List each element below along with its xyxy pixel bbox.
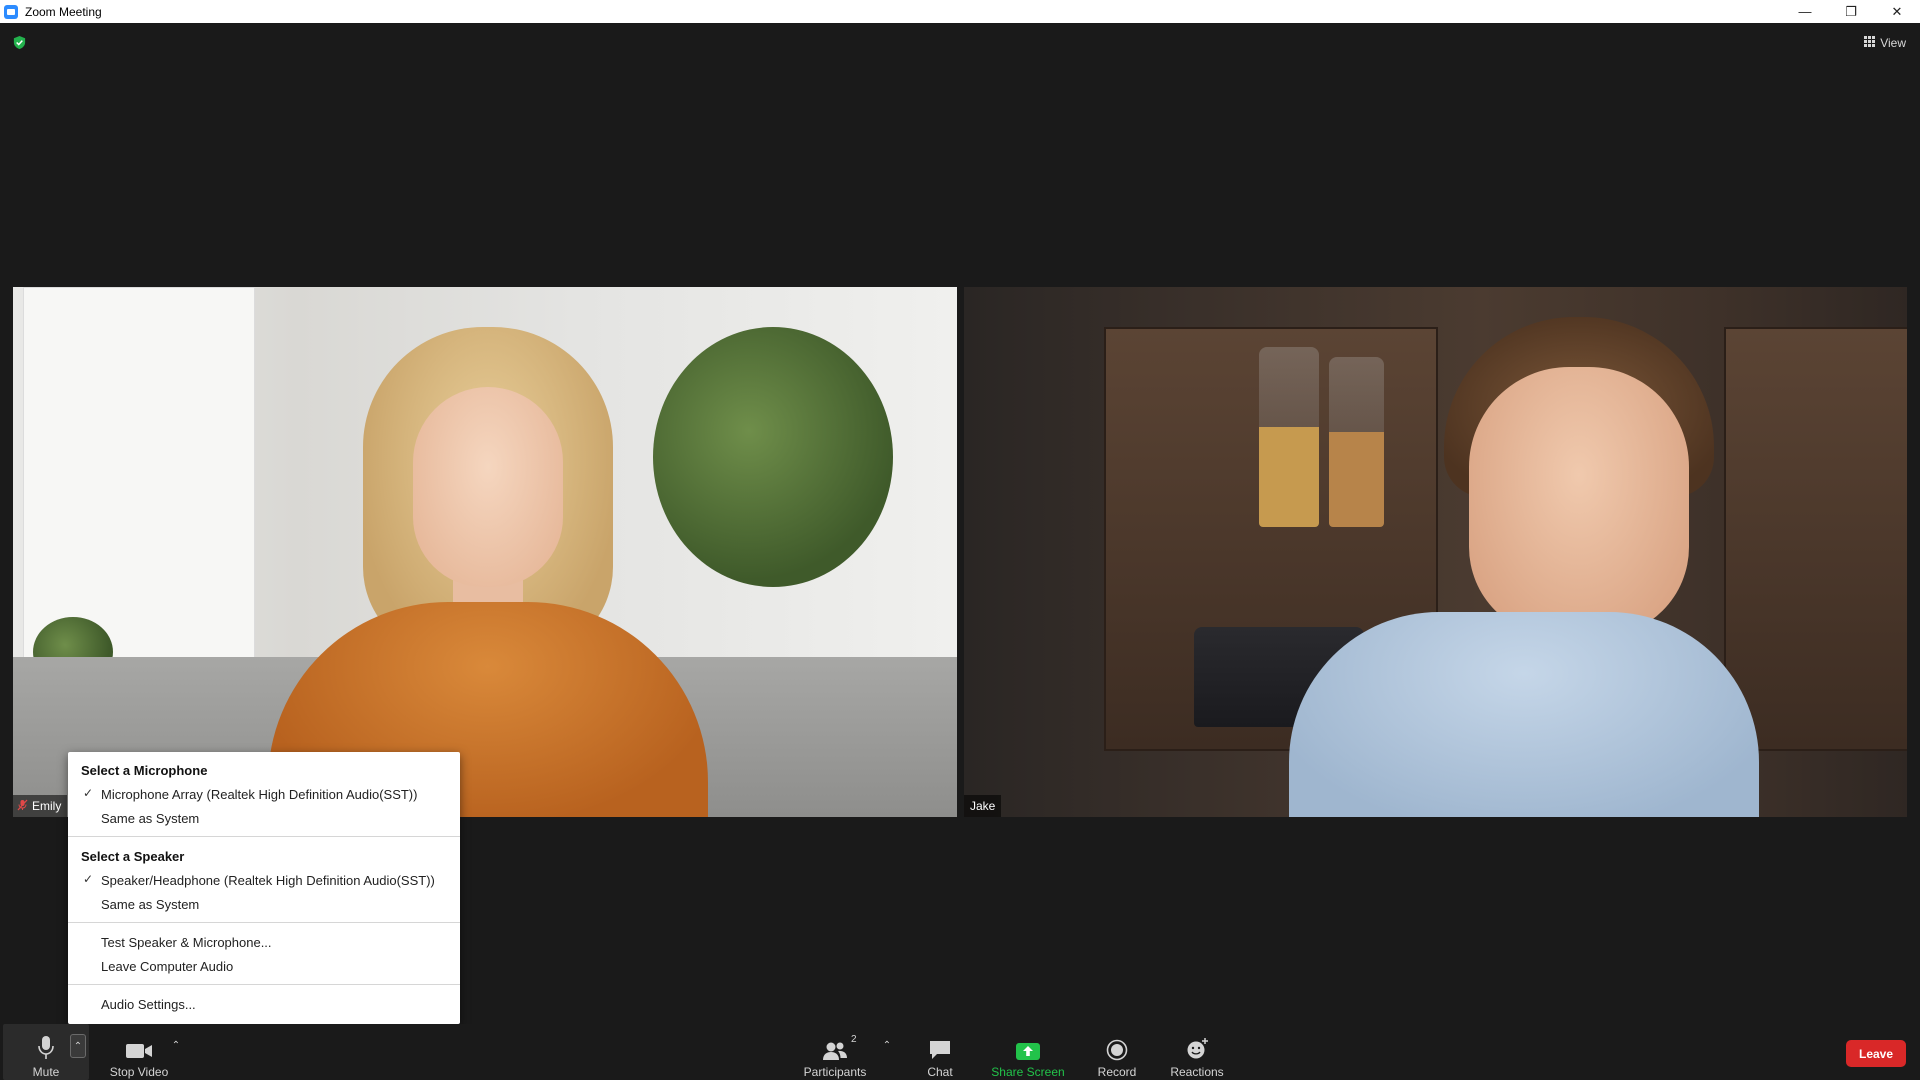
participants-label: Participants <box>803 1065 867 1079</box>
record-button[interactable]: Record <box>1087 1024 1147 1080</box>
reactions-label: Reactions <box>1170 1065 1224 1079</box>
participant-name-tag: Jake <box>964 795 1002 817</box>
jar <box>1329 357 1384 527</box>
mic-muted-icon <box>17 799 28 814</box>
participants-options-caret[interactable]: ⌃ <box>880 1034 894 1056</box>
audio-settings-item[interactable]: Audio Settings... <box>68 993 460 1015</box>
check-icon: ✓ <box>83 786 94 800</box>
menu-item-label: Audio Settings... <box>101 996 196 1012</box>
test-speaker-microphone-item[interactable]: Test Speaker & Microphone... <box>68 931 460 953</box>
participants-button[interactable]: Participants <box>800 1024 870 1080</box>
menu-divider <box>68 836 460 837</box>
menu-item-label: Test Speaker & Microphone... <box>101 934 272 950</box>
speaker-option[interactable]: Same as System <box>68 893 460 915</box>
chat-button[interactable]: Chat <box>912 1024 968 1080</box>
chevron-up-icon: ⌃ <box>73 1040 83 1052</box>
menu-divider <box>68 984 460 985</box>
jake-video-feed <box>964 287 1907 817</box>
menu-item-label: Same as System <box>101 810 200 826</box>
menu-item-label: Leave Computer Audio <box>101 958 234 974</box>
grid-view-icon <box>1864 36 1876 50</box>
share-screen-icon <box>1015 1031 1041 1061</box>
chat-label: Chat <box>927 1065 953 1079</box>
person-face <box>1469 367 1689 637</box>
audio-options-menu: Select a Microphone ✓ Microphone Array (… <box>68 752 460 1024</box>
share-screen-label: Share Screen <box>991 1065 1065 1079</box>
participants-count: 2 <box>851 1034 857 1045</box>
chevron-up-icon: ⌃ <box>882 1039 892 1051</box>
menu-divider <box>68 922 460 923</box>
view-button[interactable]: View <box>1864 34 1906 52</box>
person-shirt <box>1289 612 1759 817</box>
speaker-option[interactable]: ✓ Speaker/Headphone (Realtek High Defini… <box>68 869 460 891</box>
record-label: Record <box>1097 1065 1137 1079</box>
mute-label: Mute <box>32 1065 60 1079</box>
meeting-toolbar: Mute ⌃ Stop Video ⌃ Participants 2 ⌃ Cha… <box>0 1024 1920 1080</box>
person-face <box>413 387 563 587</box>
leave-computer-audio-item[interactable]: Leave Computer Audio <box>68 955 460 977</box>
stop-video-button[interactable]: Stop Video <box>104 1024 174 1080</box>
participant-name: Emily <box>32 799 62 813</box>
video-tile-jake[interactable]: Jake <box>964 287 1907 817</box>
restore-button[interactable]: ❐ <box>1828 0 1874 23</box>
smiley-plus-icon <box>1185 1031 1209 1061</box>
chat-bubble-icon <box>928 1031 952 1061</box>
window-titlebar: Zoom Meeting — ❐ ✕ <box>0 0 1920 23</box>
reactions-button[interactable]: Reactions <box>1167 1024 1227 1080</box>
microphone-section-header: Select a Microphone <box>81 763 208 778</box>
microphone-option[interactable]: Same as System <box>68 807 460 829</box>
plant <box>653 327 893 587</box>
record-icon <box>1106 1031 1128 1061</box>
menu-item-label: Speaker/Headphone (Realtek High Definiti… <box>101 872 435 888</box>
cabinet <box>1724 327 1907 751</box>
microphone-option[interactable]: ✓ Microphone Array (Realtek High Definit… <box>68 783 460 805</box>
zoom-app-icon <box>4 4 18 19</box>
menu-item-label: Microphone Array (Realtek High Definitio… <box>101 786 418 802</box>
close-button[interactable]: ✕ <box>1874 0 1920 23</box>
window-controls: — ❐ ✕ <box>1782 0 1920 23</box>
shield-check-icon[interactable] <box>12 35 27 50</box>
video-options-caret[interactable]: ⌃ <box>169 1034 183 1056</box>
chevron-up-icon: ⌃ <box>171 1039 181 1051</box>
leave-meeting-button[interactable]: Leave <box>1846 1040 1906 1067</box>
speaker-section-header: Select a Speaker <box>81 849 185 864</box>
participant-name: Jake <box>970 799 996 813</box>
menu-item-label: Same as System <box>101 896 200 912</box>
window-title: Zoom Meeting <box>25 4 102 19</box>
microphone-icon <box>36 1031 56 1061</box>
stop-video-label: Stop Video <box>109 1065 169 1079</box>
minimize-button[interactable]: — <box>1782 0 1828 23</box>
video-tile-emily[interactable]: Emily <box>13 287 957 817</box>
audio-options-caret[interactable]: ⌃ <box>70 1034 86 1058</box>
participants-icon <box>821 1031 849 1061</box>
emily-video-feed <box>13 287 957 817</box>
participant-name-tag: Emily <box>13 795 68 817</box>
share-screen-button[interactable]: Share Screen <box>990 1024 1066 1080</box>
video-camera-icon <box>125 1031 153 1061</box>
view-label: View <box>1880 36 1906 50</box>
check-icon: ✓ <box>83 872 94 886</box>
jar <box>1259 347 1319 527</box>
